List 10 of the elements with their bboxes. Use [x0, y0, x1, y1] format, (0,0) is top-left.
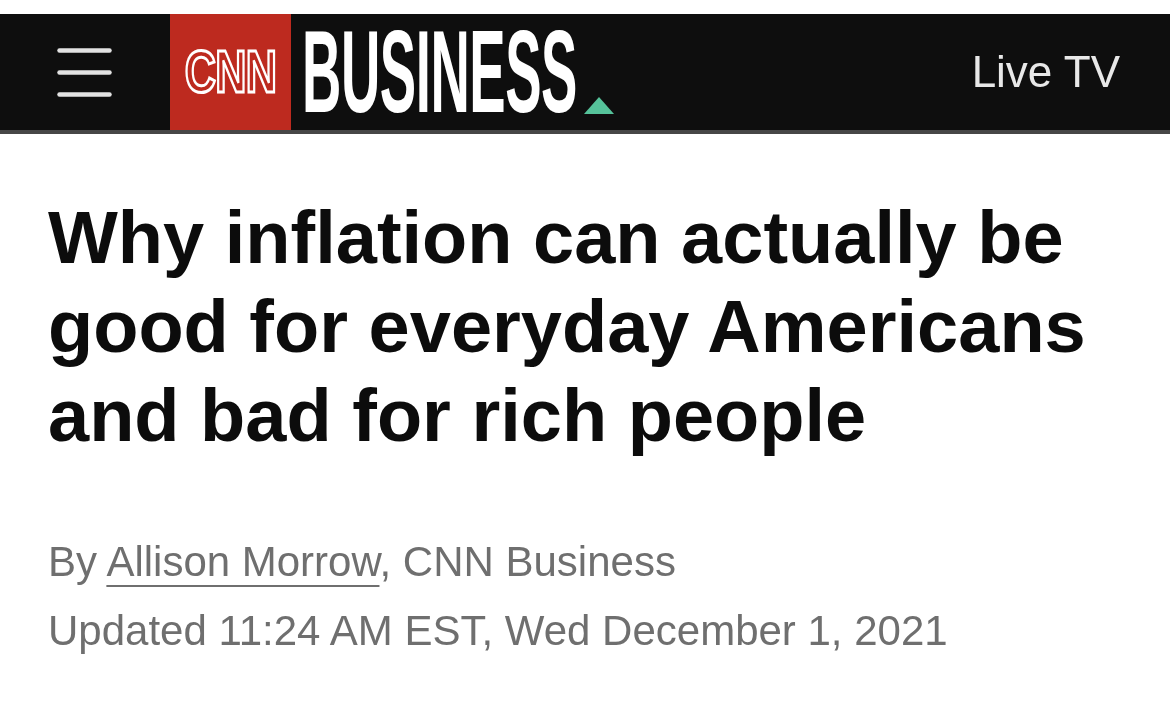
live-tv-link[interactable]: Live TV: [971, 47, 1120, 97]
headline: Why inflation can actually be good for everyday Americans and bad for rich people: [48, 195, 1087, 459]
author-link[interactable]: Allison Morrow: [106, 538, 380, 585]
section-title: BUSINESS: [302, 30, 577, 114]
timestamp: Updated 11:24 AM EST, Wed December 1, 2021: [48, 607, 948, 654]
byline: By Allison Morrow, CNN Business: [48, 538, 676, 585]
menu-button[interactable]: [57, 47, 112, 97]
triangle-icon: [584, 97, 614, 114]
menu-icon: [57, 47, 112, 97]
network-logo[interactable]: CNN: [170, 14, 291, 130]
